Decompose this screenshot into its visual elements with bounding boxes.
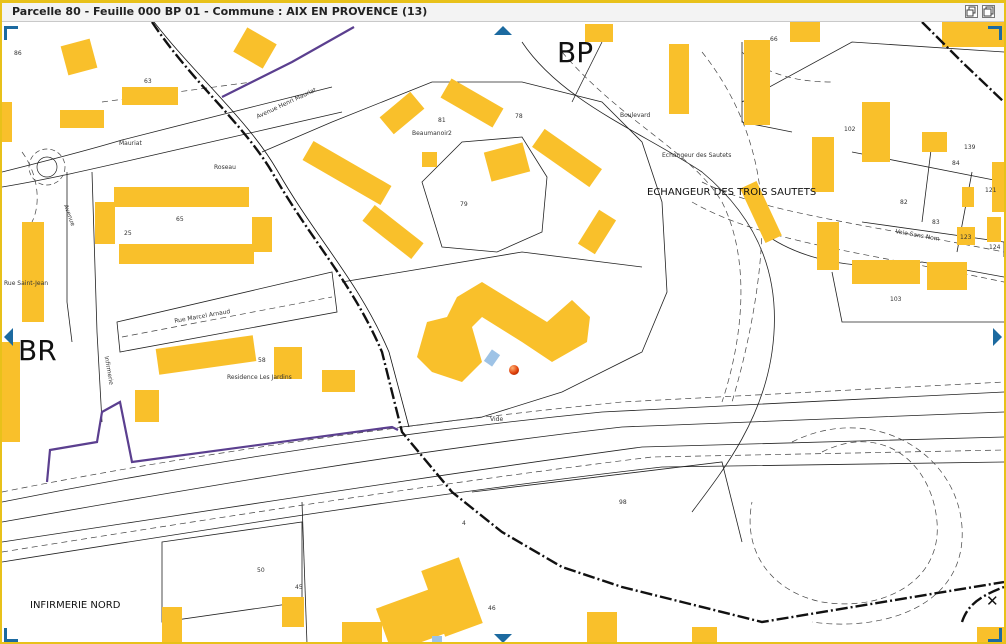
window-titlebar: Parcelle 80 - Feuille 000 BP 01 - Commun… (2, 3, 1004, 22)
location-marker-icon[interactable] (509, 365, 519, 375)
section-label-br: BR (18, 334, 57, 367)
parcel-number: 79 (460, 201, 468, 208)
corner-handle-bottom-right[interactable] (988, 628, 1002, 642)
parcel-number: 121 (985, 187, 997, 194)
corner-handle-top-left[interactable] (4, 26, 18, 40)
street-label: Echangeur des Sautets (662, 152, 732, 159)
map-base-layer (2, 22, 1004, 642)
street-label: Mauriat (119, 140, 142, 147)
street-label: Beaumanoir (412, 130, 449, 137)
parcel-number: 25 (124, 230, 132, 237)
parcel-number: 81 (438, 117, 446, 124)
parcel-number: 65 (176, 216, 184, 223)
place-label-echangeur: ECHANGEUR DES TROIS SAUTETS (647, 187, 817, 198)
parcel-number: 124 (989, 244, 1001, 251)
place-label-infirmerie: INFIRMERIE NORD (30, 600, 121, 611)
parcel-number: 63 (144, 78, 152, 85)
section-label-bp: BP (557, 36, 594, 69)
parcel-number: 46 (488, 605, 496, 612)
maximize-window-icon[interactable] (982, 5, 995, 18)
corner-handle-bottom-left[interactable] (4, 628, 18, 642)
street-label: Vide (490, 416, 504, 423)
parcel-number: 45 (295, 584, 303, 591)
parcel-number: 98 (619, 499, 627, 506)
street-label: Roseau (214, 164, 236, 171)
parcel-number: 82 (900, 199, 908, 206)
window-title: Parcelle 80 - Feuille 000 BP 01 - Commun… (12, 5, 428, 18)
nav-arrow-right-icon[interactable] (993, 328, 1002, 346)
parcel-number: 103 (890, 296, 902, 303)
nav-arrow-down-icon[interactable] (494, 634, 512, 642)
close-icon[interactable]: ✕ (986, 592, 999, 610)
street-label: Boulevard (620, 112, 651, 119)
parcel-number: 4 (462, 520, 466, 527)
parcel-number: 139 (964, 144, 976, 151)
parcel-number: 50 (257, 567, 265, 574)
parcel-number: 84 (952, 160, 960, 167)
parcel-number: 78 (515, 113, 523, 120)
parcel-number: 102 (844, 126, 856, 133)
buildings (2, 22, 1004, 642)
street-label: Residence Les Jardins (227, 374, 292, 381)
nav-arrow-left-icon[interactable] (4, 328, 13, 346)
parcel-number: 86 (14, 50, 22, 57)
parcel-number: 66 (770, 36, 778, 43)
street-label: Rue Saint-Jean (4, 280, 49, 287)
parcel-number: 2 (448, 130, 452, 137)
cadastral-map[interactable]: 86 63 65 25 66 102 139 84 121 82 83 123 … (2, 22, 1004, 642)
parcel-number: 123 (960, 234, 972, 241)
restore-window-icon[interactable] (965, 5, 978, 18)
corner-handle-top-right[interactable] (988, 26, 1002, 40)
nav-arrow-up-icon[interactable] (494, 26, 512, 35)
map-window: Parcelle 80 - Feuille 000 BP 01 - Commun… (0, 0, 1006, 644)
parcel-number: 83 (932, 219, 940, 226)
parcel-number: 58 (258, 357, 266, 364)
